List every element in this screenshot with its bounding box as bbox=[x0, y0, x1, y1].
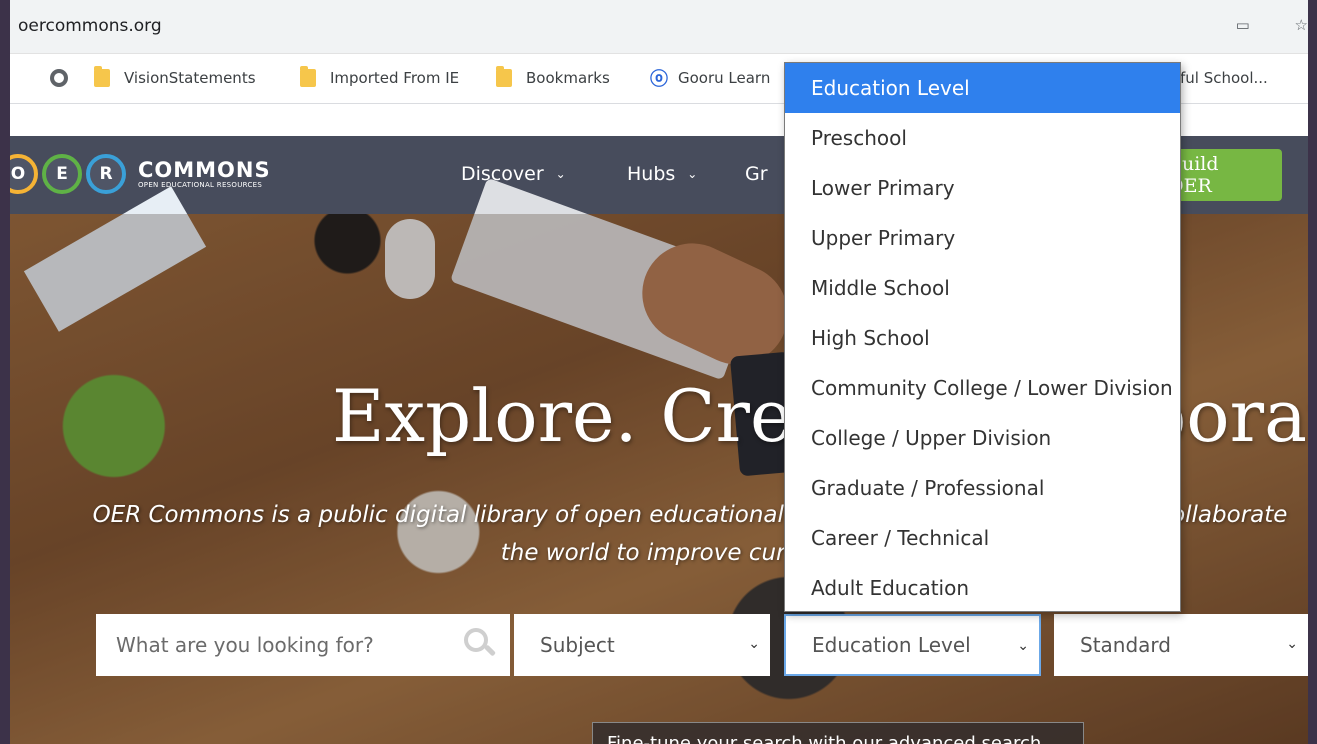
bookmark-imported-from-ie[interactable]: Imported From IE bbox=[300, 66, 459, 90]
education-level-select-value: Education Level bbox=[812, 633, 971, 657]
subject-select[interactable]: Subject ⌄ bbox=[514, 614, 770, 676]
advanced-search-link[interactable]: Fine-tune your search with our advanced … bbox=[592, 722, 1084, 744]
gooru-icon: ⓞ bbox=[650, 69, 668, 90]
dropdown-option[interactable]: Upper Primary bbox=[785, 213, 1180, 263]
dropdown-option[interactable]: Community College / Lower Division bbox=[785, 363, 1180, 413]
search-icon[interactable] bbox=[464, 628, 497, 658]
dropdown-option[interactable]: Adult Education bbox=[785, 563, 1180, 613]
logo-letter-o: O bbox=[10, 154, 38, 194]
address-bar[interactable]: oercommons.org ▭ ☆ bbox=[10, 0, 1308, 54]
nav-hubs-label: Hubs bbox=[627, 163, 676, 185]
dropdown-option[interactable]: College / Upper Division bbox=[785, 413, 1180, 463]
standard-select-value: Standard bbox=[1080, 633, 1171, 657]
subject-select-value: Subject bbox=[540, 633, 615, 657]
bookmark-bookmarks[interactable]: Bookmarks bbox=[496, 66, 610, 90]
search-input[interactable]: What are you looking for? bbox=[96, 614, 510, 676]
chevron-down-icon: ⌄ bbox=[1286, 636, 1298, 652]
build-oer-button[interactable]: Build OER bbox=[1168, 149, 1282, 201]
dropdown-option[interactable]: Graduate / Professional bbox=[785, 463, 1180, 513]
dropdown-option[interactable]: Lower Primary bbox=[785, 163, 1180, 213]
star-icon[interactable]: ☆ bbox=[1295, 16, 1308, 34]
address-bar-icons: ▭ ☆ bbox=[1196, 16, 1308, 34]
nav-discover[interactable]: Discover ⌄ bbox=[461, 163, 566, 185]
nav-groups-label: Gr bbox=[745, 163, 768, 185]
bookmark-label: VisionStatements bbox=[124, 69, 256, 87]
folder-icon bbox=[496, 66, 512, 87]
standard-select[interactable]: Standard ⌄ bbox=[1054, 614, 1308, 676]
nav-discover-label: Discover bbox=[461, 163, 544, 185]
cast-icon[interactable]: ▭ bbox=[1236, 16, 1250, 34]
nav-groups[interactable]: Gr bbox=[745, 163, 768, 185]
nav-hubs[interactable]: Hubs ⌄ bbox=[627, 163, 697, 185]
logo-subtitle: OPEN EDUCATIONAL RESOURCES bbox=[138, 181, 263, 189]
globe-icon bbox=[50, 69, 68, 87]
dropdown-option[interactable]: High School bbox=[785, 313, 1180, 363]
bookmark-label: Gooru Learn bbox=[678, 69, 771, 87]
bookmark-successful-school[interactable]: ful School... bbox=[1180, 66, 1268, 90]
browser-window: oercommons.org ▭ ☆ VisionStatements Impo… bbox=[10, 0, 1308, 744]
url-text[interactable]: oercommons.org bbox=[18, 16, 162, 36]
chevron-down-icon: ⌄ bbox=[555, 167, 566, 181]
folder-icon bbox=[300, 66, 316, 87]
folder-icon bbox=[94, 66, 110, 87]
logo-letter-e: E bbox=[42, 154, 82, 194]
education-level-dropdown[interactable]: Education Level Preschool Lower Primary … bbox=[784, 62, 1181, 612]
logo-title: COMMONS bbox=[138, 158, 271, 182]
search-placeholder: What are you looking for? bbox=[116, 633, 374, 657]
dropdown-option[interactable]: Career / Technical bbox=[785, 513, 1180, 563]
dropdown-option[interactable]: Education Level bbox=[785, 63, 1180, 113]
bookmark-gooru-learn[interactable]: ⓞ Gooru Learn bbox=[650, 66, 770, 90]
chevron-down-icon: ⌄ bbox=[1017, 638, 1029, 654]
bookmark-label: Bookmarks bbox=[526, 69, 610, 87]
bookmark-label: Imported From IE bbox=[330, 69, 460, 87]
dropdown-option[interactable]: Middle School bbox=[785, 263, 1180, 313]
oer-commons-logo[interactable]: O E R COMMONS OPEN EDUCATIONAL RESOURCES bbox=[10, 154, 271, 194]
bookmark-globe[interactable] bbox=[50, 66, 68, 90]
chevron-down-icon: ⌄ bbox=[687, 167, 698, 181]
dropdown-option[interactable]: Preschool bbox=[785, 113, 1180, 163]
bookmark-visionstatements[interactable]: VisionStatements bbox=[94, 66, 256, 90]
education-level-select[interactable]: Education Level ⌄ bbox=[784, 614, 1041, 676]
chevron-down-icon: ⌄ bbox=[748, 636, 760, 652]
logo-letter-r: R bbox=[86, 154, 126, 194]
bookmark-label: ful School... bbox=[1180, 69, 1268, 87]
